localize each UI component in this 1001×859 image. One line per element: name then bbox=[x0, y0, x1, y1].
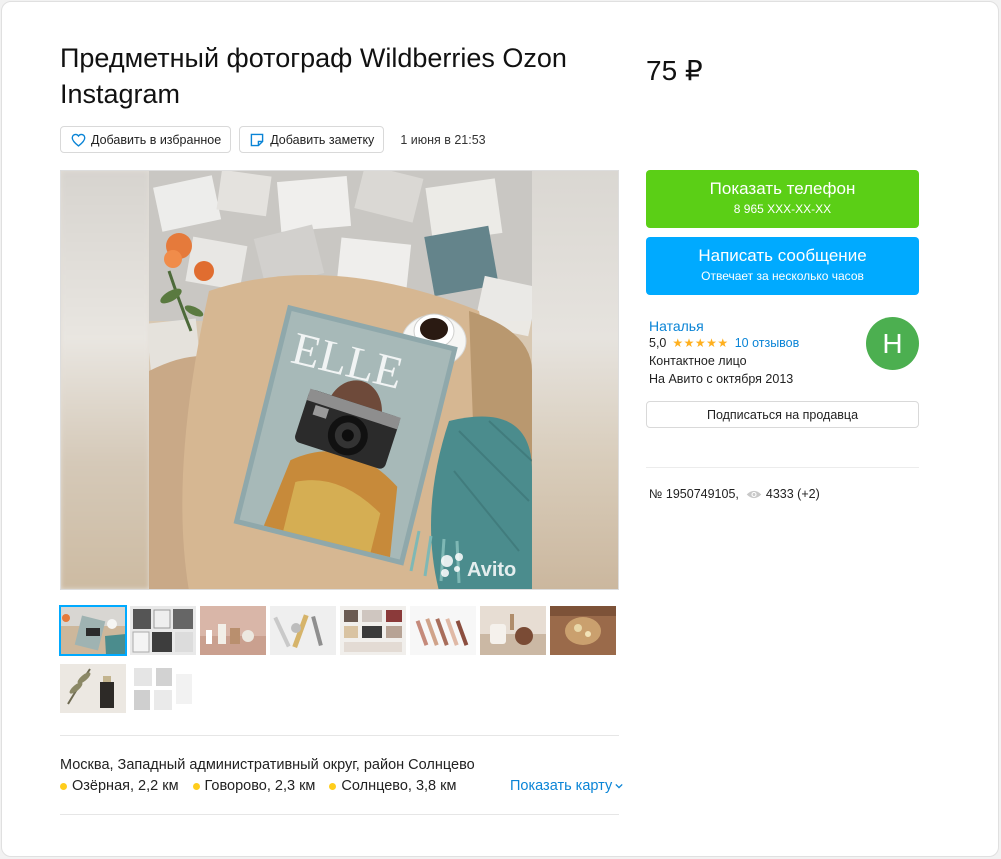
seller-type: Контактное лицо bbox=[649, 354, 747, 368]
metro-list: Озёрная, 2,2 км Говорово, 2,3 км Солнцев… bbox=[60, 778, 470, 794]
publish-date: 1 июня в 21:53 bbox=[400, 132, 486, 147]
metro-station: Озёрная, 2,2 км bbox=[60, 778, 179, 794]
thumbnail-item[interactable] bbox=[60, 664, 126, 713]
metro-station-label: Говорово, 2,3 км bbox=[204, 778, 316, 794]
listing-title: Предметный фотограф Wildberries Ozon Ins… bbox=[60, 43, 567, 109]
metro-station-label: Озёрная, 2,2 км bbox=[72, 778, 179, 794]
write-message-button[interactable]: Написать сообщение Отвечает за несколько… bbox=[646, 237, 919, 295]
thumbnail-item[interactable] bbox=[200, 606, 266, 655]
metro-dot-icon bbox=[329, 782, 337, 790]
reviews-link[interactable]: 10 отзывов bbox=[735, 336, 800, 350]
svg-text:Avito: Avito bbox=[467, 559, 516, 581]
eye-icon bbox=[746, 489, 762, 500]
thumbnail-item[interactable] bbox=[270, 606, 336, 655]
photo-image: ELLE Avito bbox=[149, 171, 532, 589]
listing-price: 75 ₽ bbox=[646, 55, 703, 86]
metro-dot-icon bbox=[192, 782, 200, 790]
thumbnail-item[interactable] bbox=[130, 606, 196, 655]
thumbnail-item[interactable] bbox=[340, 606, 406, 655]
star-rating-icon: ★★★★★ bbox=[672, 336, 729, 350]
seller-name-link[interactable]: Наталья bbox=[649, 318, 704, 334]
address: Москва, Западный административный округ,… bbox=[60, 757, 475, 773]
rating-value: 5,0 bbox=[649, 336, 667, 350]
thumbnail-item[interactable] bbox=[130, 664, 196, 713]
main-photo[interactable]: ELLE Avito bbox=[60, 170, 619, 590]
seller-since: На Авито с октября 2013 bbox=[649, 372, 794, 386]
phone-masked: 8 965 XXX-XX-XX bbox=[733, 202, 832, 216]
response-time: Отвечает за несколько часов bbox=[701, 269, 864, 283]
note-icon bbox=[249, 132, 265, 148]
listing-card: Предметный фотограф Wildberries Ozon Ins… bbox=[1, 1, 999, 857]
heart-icon bbox=[70, 132, 86, 148]
metro-station: Говорово, 2,3 км bbox=[192, 778, 316, 794]
add-favorite-label: Добавить в избранное bbox=[91, 132, 222, 147]
thumbnail-item[interactable] bbox=[59, 605, 127, 656]
show-map-label: Показать карту bbox=[510, 778, 613, 794]
divider bbox=[646, 467, 919, 468]
views-count: 4333 (+2) bbox=[765, 487, 820, 501]
add-note-label: Добавить заметку bbox=[270, 132, 375, 147]
thumbnail-item[interactable] bbox=[550, 606, 616, 655]
listing-toolbar: Добавить в избранное Добавить заметку 1 … bbox=[60, 126, 486, 153]
seller-avatar[interactable]: Н bbox=[866, 317, 919, 370]
listing-id: № 1950749105, bbox=[649, 487, 739, 501]
show-map-link[interactable]: Показать карту bbox=[510, 778, 623, 794]
divider bbox=[60, 735, 619, 736]
seller-rating: 5,0 ★★★★★ 10 отзывов bbox=[649, 336, 799, 350]
divider bbox=[60, 814, 619, 815]
photo-blur-left bbox=[61, 171, 149, 589]
subscribe-seller-button[interactable]: Подписаться на продавца bbox=[646, 401, 919, 428]
metro-station-label: Солнцево, 3,8 км bbox=[341, 778, 457, 794]
listing-meta: № 1950749105, 4333 (+2) bbox=[649, 487, 820, 501]
metro-station: Солнцево, 3,8 км bbox=[329, 778, 456, 794]
show-phone-label: Показать телефон bbox=[709, 179, 856, 198]
show-phone-button[interactable]: Показать телефон 8 965 XXX-XX-XX bbox=[646, 170, 919, 228]
thumbnail-item[interactable] bbox=[480, 606, 546, 655]
chevron-down-icon bbox=[615, 783, 623, 789]
add-note-button[interactable]: Добавить заметку bbox=[239, 126, 385, 153]
metro-dot-icon bbox=[60, 782, 67, 790]
write-message-label: Написать сообщение bbox=[698, 246, 867, 265]
thumbnail-item[interactable] bbox=[410, 606, 476, 655]
add-favorite-button[interactable]: Добавить в избранное bbox=[60, 126, 232, 153]
photo-blur-right bbox=[530, 171, 618, 589]
